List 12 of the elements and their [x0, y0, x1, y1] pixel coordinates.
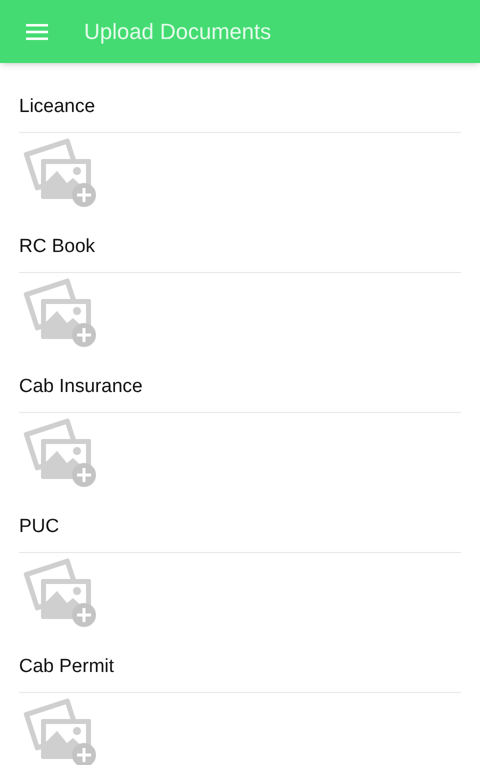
- document-label: Liceance: [19, 95, 461, 133]
- document-label: PUC: [19, 515, 461, 553]
- add-image-icon[interactable]: [21, 697, 99, 765]
- document-label: Cab Insurance: [19, 375, 461, 413]
- document-label: RC Book: [19, 235, 461, 273]
- screen-title: Upload Documents: [84, 18, 272, 46]
- add-image-icon[interactable]: [21, 557, 99, 629]
- add-image-icon[interactable]: [21, 417, 99, 489]
- document-label: Cab Permit: [19, 655, 461, 693]
- add-image-icon[interactable]: [21, 277, 99, 349]
- add-image-icon[interactable]: [21, 137, 99, 209]
- menu-icon[interactable]: [26, 24, 48, 40]
